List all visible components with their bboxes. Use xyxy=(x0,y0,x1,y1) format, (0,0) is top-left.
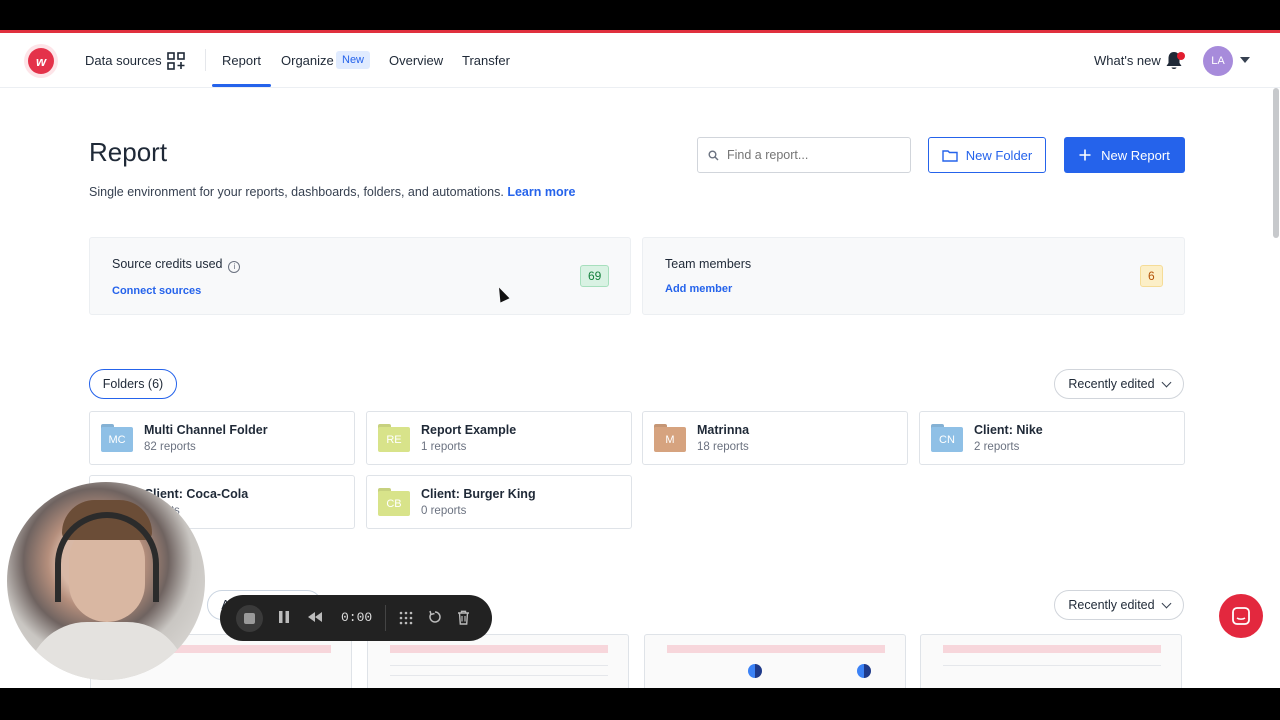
new-folder-label: New Folder xyxy=(965,147,1033,163)
thumb-header xyxy=(667,645,885,653)
learn-more-link[interactable]: Learn more xyxy=(507,185,575,199)
webcam-bubble[interactable] xyxy=(7,482,205,680)
page-subtitle: Single environment for your reports, das… xyxy=(89,185,575,199)
logo-mark: w xyxy=(28,48,54,74)
folder-report-count: 1 reports xyxy=(421,441,467,453)
folder-name: Matrinna xyxy=(697,423,750,437)
thumb-row xyxy=(943,665,1161,666)
nav-organize[interactable]: Organize xyxy=(281,53,334,68)
app-logo[interactable]: w xyxy=(24,44,58,78)
team-count-badge: 6 xyxy=(1140,265,1163,287)
search-box[interactable] xyxy=(697,137,911,173)
folder-initials: M xyxy=(654,427,686,452)
subtitle-text: Single environment for your reports, das… xyxy=(89,185,504,199)
folder-icon: RE xyxy=(378,424,410,452)
folder-icon: MC xyxy=(101,424,133,452)
user-avatar[interactable]: LA xyxy=(1203,46,1233,76)
caret-down-icon[interactable] xyxy=(1240,57,1250,63)
folder-initials: CN xyxy=(931,427,963,452)
whats-new-link[interactable]: What's new xyxy=(1094,53,1161,68)
drag-handle-icon[interactable] xyxy=(399,611,413,625)
new-folder-button[interactable]: New Folder xyxy=(928,137,1046,173)
folder-name: Client: Nike xyxy=(974,423,1043,437)
nav-divider xyxy=(205,49,206,71)
nav-transfer[interactable]: Transfer xyxy=(462,53,510,68)
recording-timer: 0:00 xyxy=(341,610,373,625)
notification-dot xyxy=(1177,52,1185,60)
team-members-label: Team members xyxy=(665,257,752,271)
source-credits-card: Source credits used i Connect sources 69 xyxy=(89,237,631,315)
report-thumbnail[interactable] xyxy=(644,634,906,688)
chat-icon xyxy=(1232,607,1250,625)
folder-initials: CB xyxy=(378,491,410,516)
search-input[interactable] xyxy=(727,148,897,162)
folder-icon: M xyxy=(654,424,686,452)
trash-icon[interactable] xyxy=(457,610,470,625)
chevron-down-icon xyxy=(1161,598,1172,608)
folders-sort-label: Recently edited xyxy=(1068,377,1155,391)
toolbar-divider xyxy=(385,605,386,631)
folder-card[interactable]: MC Multi Channel Folder 82 reports xyxy=(89,411,355,465)
folder-report-count: 82 reports xyxy=(144,441,196,453)
team-members-card: Team members Add member 6 xyxy=(642,237,1185,315)
nav-overview[interactable]: Overview xyxy=(389,53,443,68)
scrollbar-thumb[interactable] xyxy=(1273,88,1279,238)
new-badge: New xyxy=(336,51,371,69)
folder-card[interactable]: CN Client: Nike 2 reports xyxy=(919,411,1185,465)
pause-icon[interactable] xyxy=(278,610,290,624)
source-credits-text: Source credits used xyxy=(112,257,223,271)
folder-initials: RE xyxy=(378,427,410,452)
top-nav: w Data sources Report Organize New Overv… xyxy=(0,33,1280,88)
stop-recording-button[interactable] xyxy=(236,605,263,632)
tab-folders[interactable]: Folders (6) xyxy=(89,369,177,399)
folder-name: Multi Channel Folder xyxy=(144,423,268,437)
thumb-pie xyxy=(748,664,762,678)
connect-sources-link[interactable]: Connect sources xyxy=(112,285,201,297)
source-credits-label: Source credits used i xyxy=(112,257,241,273)
nav-data-sources[interactable]: Data sources xyxy=(85,53,162,68)
new-report-label: New Report xyxy=(1101,147,1170,163)
folder-card[interactable]: CB Client: Burger King 0 reports xyxy=(366,475,632,529)
folder-icon: CB xyxy=(378,488,410,516)
rewind-icon[interactable] xyxy=(307,611,323,623)
folder-icon xyxy=(942,149,958,162)
chat-support-button[interactable] xyxy=(1219,594,1263,638)
reports-sort-label: Recently edited xyxy=(1068,598,1155,612)
screen-bottom-bezel xyxy=(0,688,1280,720)
thumb-header xyxy=(943,645,1161,653)
report-thumbnail[interactable] xyxy=(367,634,629,688)
thumb-row xyxy=(390,665,608,666)
folder-icon: CN xyxy=(931,424,963,452)
recording-toolbar: 0:00 xyxy=(220,595,492,641)
folder-report-count: 18 reports xyxy=(697,441,749,453)
report-thumbnail[interactable] xyxy=(920,634,1182,688)
nav-active-indicator xyxy=(212,84,271,87)
thumb-header xyxy=(390,645,608,653)
folder-report-count: 2 reports xyxy=(974,441,1020,453)
restart-icon[interactable] xyxy=(428,610,442,624)
folder-card[interactable]: M Matrinna 18 reports xyxy=(642,411,908,465)
folder-initials: MC xyxy=(101,427,133,452)
chevron-down-icon xyxy=(1161,377,1172,387)
folders-sort-dropdown[interactable]: Recently edited xyxy=(1054,369,1184,399)
webcam-shirt xyxy=(27,622,187,680)
plus-icon xyxy=(1079,149,1091,161)
page-title: Report xyxy=(89,137,168,167)
new-report-button[interactable]: New Report xyxy=(1064,137,1185,173)
thumb-row xyxy=(390,675,608,676)
folder-name: Report Example xyxy=(421,423,517,437)
thumb-pie xyxy=(857,664,871,678)
screen-top-bezel xyxy=(0,0,1280,30)
nav-report[interactable]: Report xyxy=(222,53,261,68)
add-member-link[interactable]: Add member xyxy=(665,283,732,295)
add-widget-icon[interactable] xyxy=(167,52,185,70)
folder-report-count: 0 reports xyxy=(421,505,467,517)
credits-count-badge: 69 xyxy=(580,265,610,287)
search-icon xyxy=(708,150,719,160)
folder-card[interactable]: RE Report Example 1 reports xyxy=(366,411,632,465)
reports-sort-dropdown[interactable]: Recently edited xyxy=(1054,590,1184,620)
info-icon[interactable]: i xyxy=(228,261,241,273)
folder-name: Client: Burger King xyxy=(421,487,536,501)
